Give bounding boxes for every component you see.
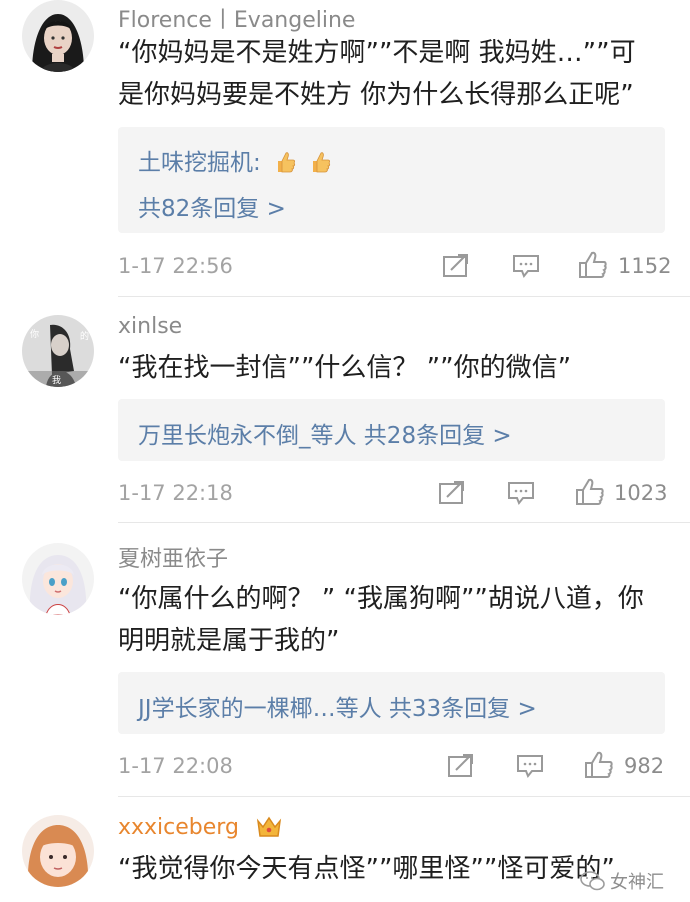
username[interactable]: Florence丨Evangeline — [118, 2, 355, 34]
crown-badge-icon — [255, 814, 283, 840]
reply-author-link[interactable]: 土味挖掘机: — [138, 150, 261, 176]
reply-link[interactable]: 万里长炮永不倒_等人 共28条回复 > — [138, 416, 512, 450]
comment-text: “我觉得你今天有点怪””哪里怪””怪可爱的” — [118, 854, 615, 884]
like-icon[interactable] — [575, 478, 605, 505]
username[interactable]: xxxiceberg — [118, 815, 239, 840]
avatar[interactable]: 你 的 我 — [22, 315, 94, 387]
thumbs-up-emoji-icon — [309, 150, 331, 174]
thumbs-up-emoji-icon — [274, 150, 296, 174]
username[interactable]: xinlse — [118, 314, 182, 339]
avatar[interactable] — [22, 543, 94, 615]
avatar[interactable] — [22, 0, 94, 72]
watermark: 女神汇 — [580, 868, 664, 894]
avatar-caption: 我 — [52, 376, 62, 386]
reply-count-link[interactable]: 共82条回复 > — [138, 189, 286, 223]
reply-preview[interactable]: 土味挖掘机: 共82条回复 > — [118, 127, 665, 233]
timestamp: 1-17 22:18 — [118, 481, 233, 505]
repost-icon[interactable] — [437, 480, 467, 506]
username[interactable]: 夏树亜依子 — [118, 541, 228, 573]
divider — [118, 796, 690, 797]
comment-text: “我在找一封信””什么信？ ””你的微信” — [118, 353, 572, 383]
avatar[interactable] — [22, 815, 94, 887]
timestamp: 1-17 22:08 — [118, 754, 233, 778]
divider — [118, 296, 690, 297]
watermark-label: 女神汇 — [610, 872, 664, 893]
like-count: 1152 — [618, 254, 672, 278]
avatar-caption: 的 — [80, 332, 90, 342]
divider — [118, 522, 690, 523]
comment-icon[interactable] — [511, 253, 541, 279]
avatar-caption: 你 — [30, 330, 40, 340]
comment-text: “你属什么的啊？ ” “我属狗啊””胡说八道，你明明就是属于我的” — [118, 584, 644, 656]
comment-icon[interactable] — [515, 753, 545, 779]
wechat-icon — [580, 870, 606, 892]
timestamp: 1-17 22:56 — [118, 254, 233, 278]
like-count: 1023 — [614, 481, 668, 505]
comment-text: “你妈妈是不是姓方啊””不是啊 我妈姓…””可是你妈妈要是不姓方 你为什么长得那… — [118, 38, 636, 110]
repost-icon[interactable] — [446, 753, 476, 779]
comment-icon[interactable] — [506, 480, 536, 506]
like-icon[interactable] — [584, 751, 614, 778]
reply-link[interactable]: JJ学长家的一棵椰…等人 共33条回复 > — [138, 689, 537, 723]
like-icon[interactable] — [578, 251, 608, 278]
reply-preview[interactable]: JJ学长家的一棵椰…等人 共33条回复 > — [118, 672, 665, 734]
like-count: 982 — [624, 754, 665, 778]
repost-icon[interactable] — [441, 253, 471, 279]
reply-preview[interactable]: 万里长炮永不倒_等人 共28条回复 > — [118, 399, 665, 461]
